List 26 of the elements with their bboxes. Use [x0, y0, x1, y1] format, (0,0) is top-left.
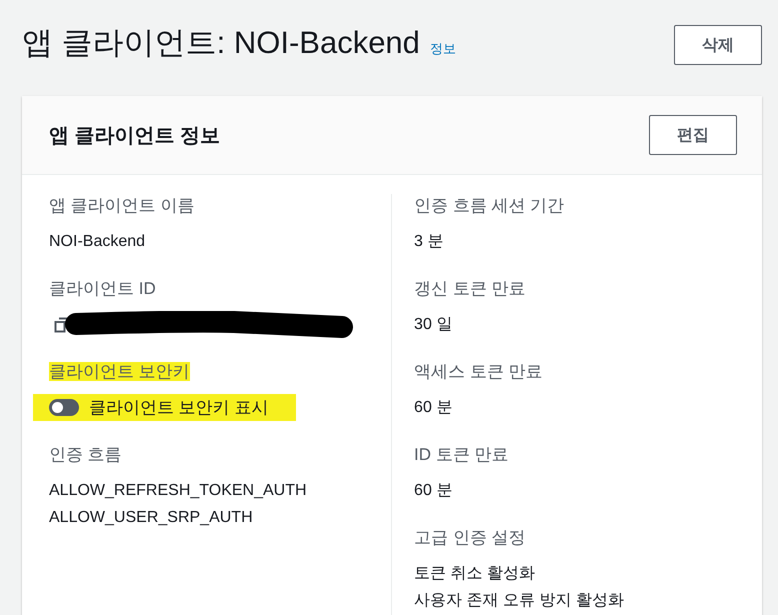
field-value: ALLOW_REFRESH_TOKEN_AUTH: [49, 481, 308, 501]
field-value: 60 분: [414, 481, 454, 501]
field-label: 인증 흐름: [49, 445, 122, 464]
copy-icon[interactable]: [54, 317, 70, 333]
page-title: 앱 클라이언트: NOI-Backend: [22, 24, 420, 62]
field-label: 클라이언트 ID: [49, 279, 156, 298]
info-link[interactable]: 정보: [430, 40, 456, 58]
delete-button[interactable]: 삭제: [674, 25, 762, 65]
field-value: 30 일: [414, 315, 454, 335]
field-label: 인증 흐름 세션 기간: [414, 196, 564, 215]
toggle-label: 클라이언트 보안키 표시: [89, 397, 268, 419]
field-value: 3 분: [414, 232, 444, 252]
edit-button[interactable]: 편집: [649, 115, 737, 155]
card-title: 앱 클라이언트 정보: [49, 124, 220, 148]
field-label: 클라이언트 보안키: [49, 362, 190, 381]
field-value: ALLOW_USER_SRP_AUTH: [49, 508, 254, 528]
field-label: 앱 클라이언트 이름: [49, 196, 194, 215]
field-value: 토큰 취소 활성화: [414, 564, 536, 584]
field-label: 갱신 토큰 만료: [414, 279, 526, 298]
field-label: 액세스 토큰 만료: [414, 362, 542, 381]
field-label: ID 토큰 만료: [414, 445, 508, 464]
toggle-switch[interactable]: [49, 399, 79, 416]
field-value: NOI-Backend: [49, 232, 146, 252]
field-value: 60 분: [414, 398, 454, 418]
field-value: 사용자 존재 오류 방지 활성화: [414, 591, 625, 611]
field-label: 고급 인증 설정: [414, 528, 526, 547]
